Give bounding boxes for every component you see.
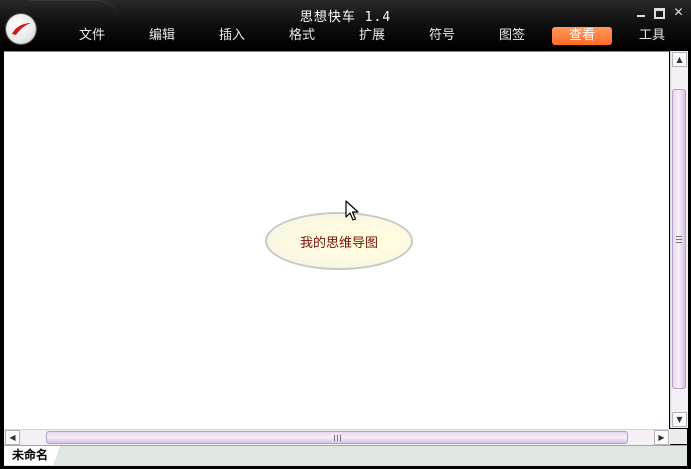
- title-bar[interactable]: 思想快车 1.4 ✕ 文件 编辑 插入 格式 扩展 符号 图签 查看 工具: [0, 0, 691, 48]
- mindmap-canvas[interactable]: 我的思维导图: [4, 51, 669, 429]
- scroll-grip-icon: [676, 236, 682, 243]
- window-title: 思想快车 1.4: [299, 10, 392, 25]
- scroll-down-button[interactable]: ▼: [672, 412, 687, 427]
- menu-tag[interactable]: 图签: [482, 27, 542, 45]
- minimize-icon[interactable]: [634, 6, 647, 19]
- menu-tools[interactable]: 工具: [622, 27, 682, 45]
- horizontal-scroll-thumb[interactable]: [46, 431, 628, 444]
- menu-format[interactable]: 格式: [272, 27, 332, 45]
- vertical-scrollbar[interactable]: ▲ ▼: [670, 51, 688, 428]
- scroll-grip-icon: [334, 435, 341, 441]
- menu-bar: 文件 编辑 插入 格式 扩展 符号 图签 查看 工具: [57, 26, 691, 46]
- document-tab-bar: 未命名: [4, 445, 687, 466]
- scrollbar-corner: [670, 429, 687, 444]
- window-controls: ✕: [634, 6, 685, 20]
- menu-symbol[interactable]: 符号: [412, 27, 472, 45]
- maximize-icon[interactable]: [653, 6, 666, 19]
- menu-insert[interactable]: 插入: [202, 27, 262, 45]
- scroll-right-button[interactable]: ▶: [654, 430, 669, 445]
- menu-extend[interactable]: 扩展: [342, 27, 402, 45]
- vertical-scroll-thumb[interactable]: [672, 89, 686, 389]
- central-node-label: 我的思维导图: [299, 235, 378, 251]
- tab-untitled[interactable]: 未命名: [4, 446, 60, 465]
- scroll-left-button[interactable]: ◀: [5, 430, 20, 445]
- menu-view[interactable]: 查看: [552, 27, 612, 45]
- mouse-cursor-icon: [345, 200, 359, 221]
- menu-edit[interactable]: 编辑: [132, 27, 192, 45]
- app-window: 思想快车 1.4 ✕ 文件 编辑 插入 格式 扩展 符号 图签 查看 工具 我的…: [0, 0, 691, 469]
- menu-file[interactable]: 文件: [62, 27, 122, 45]
- close-icon[interactable]: ✕: [672, 6, 685, 19]
- horizontal-scrollbar[interactable]: ◀ ▶: [4, 429, 670, 445]
- scroll-up-button[interactable]: ▲: [672, 52, 687, 67]
- central-node[interactable]: 我的思维导图: [265, 212, 413, 270]
